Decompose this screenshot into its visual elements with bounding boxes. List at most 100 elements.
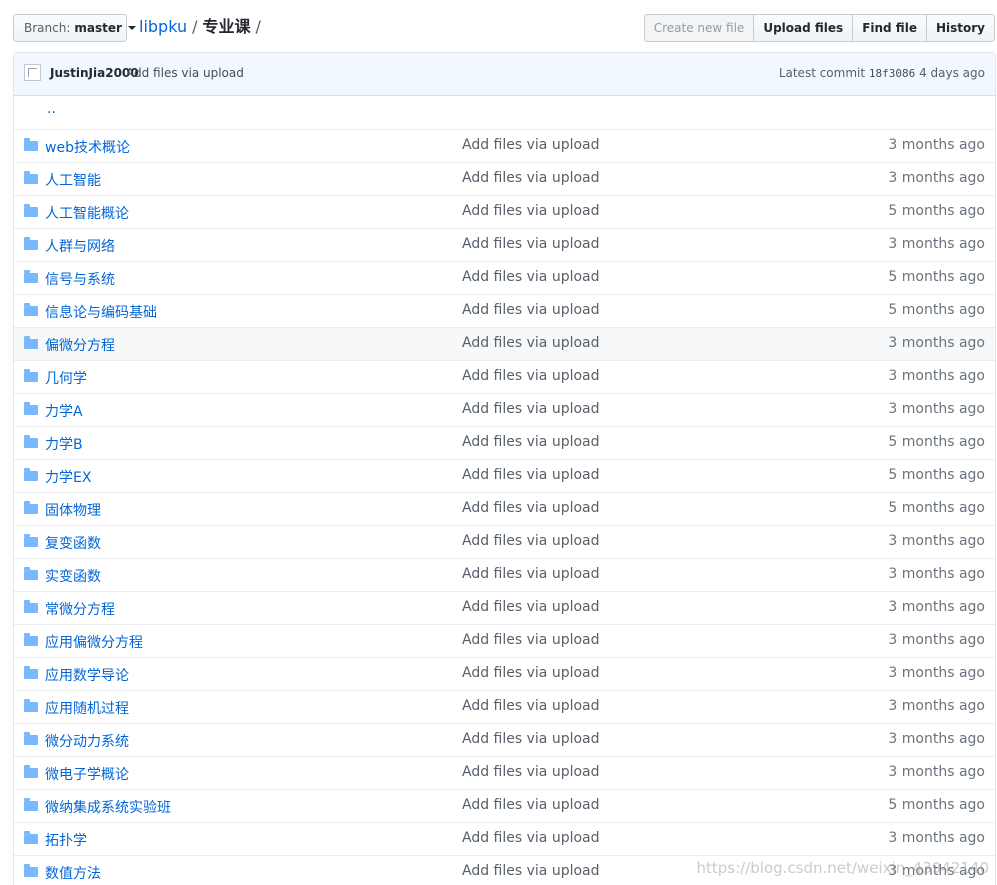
folder-name-link[interactable]: 力学B: [45, 434, 83, 454]
table-row[interactable]: 常微分方程 Add files via upload 3 months ago: [14, 591, 995, 624]
table-row[interactable]: 信息论与编码基础 Add files via upload 5 months ago: [14, 294, 995, 327]
row-commit-message[interactable]: Add files via upload: [462, 665, 600, 681]
commit-message[interactable]: Add files via upload: [126, 66, 244, 80]
table-row[interactable]: 微电子学概论 Add files via upload 3 months ago: [14, 756, 995, 789]
row-commit-message[interactable]: Add files via upload: [462, 302, 600, 318]
row-commit-message[interactable]: Add files via upload: [462, 632, 600, 648]
folder-name-link[interactable]: 常微分方程: [45, 599, 115, 619]
row-age: 3 months ago: [888, 599, 985, 615]
parent-directory-row[interactable]: ..: [14, 96, 995, 129]
table-row[interactable]: 复变函数 Add files via upload 3 months ago: [14, 525, 995, 558]
row-commit-message[interactable]: Add files via upload: [462, 335, 600, 351]
row-commit-message[interactable]: Add files via upload: [462, 599, 600, 615]
folder-name-link[interactable]: 人群与网络: [45, 236, 115, 256]
row-commit-message[interactable]: Add files via upload: [462, 863, 600, 879]
folder-icon: [24, 468, 38, 481]
folder-name-link[interactable]: 复变函数: [45, 533, 101, 553]
table-row[interactable]: 信号与系统 Add files via upload 5 months ago: [14, 261, 995, 294]
table-row[interactable]: 偏微分方程 Add files via upload 3 months ago: [14, 327, 995, 360]
folder-icon: [24, 402, 38, 415]
table-row[interactable]: 人工智能 Add files via upload 3 months ago: [14, 162, 995, 195]
row-commit-message[interactable]: Add files via upload: [462, 731, 600, 747]
commit-sha[interactable]: 18f3086: [869, 67, 915, 80]
table-row[interactable]: web技术概论 Add files via upload 3 months ago: [14, 129, 995, 162]
upload-files-button[interactable]: Upload files: [753, 14, 854, 42]
folder-name-link[interactable]: 应用偏微分方程: [45, 632, 143, 652]
folder-name-link[interactable]: 拓扑学: [45, 830, 87, 850]
row-commit-message[interactable]: Add files via upload: [462, 500, 600, 516]
find-file-button[interactable]: Find file: [852, 14, 927, 42]
folder-name-link[interactable]: 信号与系统: [45, 269, 115, 289]
avatar[interactable]: [24, 64, 41, 81]
folder-name-link[interactable]: 人工智能概论: [45, 203, 129, 223]
row-age: 3 months ago: [888, 533, 985, 549]
row-commit-message[interactable]: Add files via upload: [462, 269, 600, 285]
watermark: https://blog.csdn.net/weixin_43942140: [696, 859, 989, 877]
table-row[interactable]: 人群与网络 Add files via upload 3 months ago: [14, 228, 995, 261]
row-age: 5 months ago: [888, 269, 985, 285]
breadcrumb-separator: /: [255, 17, 261, 36]
row-commit-message[interactable]: Add files via upload: [462, 764, 600, 780]
row-age: 3 months ago: [888, 137, 985, 153]
row-commit-message[interactable]: Add files via upload: [462, 137, 600, 153]
folder-name-link[interactable]: 人工智能: [45, 170, 101, 190]
folder-name-link[interactable]: 应用数学导论: [45, 665, 129, 685]
row-commit-message[interactable]: Add files via upload: [462, 203, 600, 219]
folder-name-link[interactable]: 几何学: [45, 368, 87, 388]
row-commit-message[interactable]: Add files via upload: [462, 434, 600, 450]
create-new-file-button[interactable]: Create new file: [643, 14, 755, 42]
row-age: 3 months ago: [888, 764, 985, 780]
table-row[interactable]: 力学A Add files via upload 3 months ago: [14, 393, 995, 426]
parent-directory-link[interactable]: ..: [47, 101, 56, 117]
table-row[interactable]: 固体物理 Add files via upload 5 months ago: [14, 492, 995, 525]
folder-icon: [24, 138, 38, 151]
row-commit-message[interactable]: Add files via upload: [462, 533, 600, 549]
folder-name-link[interactable]: web技术概论: [45, 137, 130, 157]
folder-name-link[interactable]: 数值方法: [45, 863, 101, 883]
table-row[interactable]: 微分动力系统 Add files via upload 3 months ago: [14, 723, 995, 756]
folder-name-link[interactable]: 微电子学概论: [45, 764, 129, 784]
file-navigation: Branch: master libpku / 专业课 / Create new fi…: [0, 0, 997, 52]
row-commit-message[interactable]: Add files via upload: [462, 236, 600, 252]
dropdown-caret-icon: [127, 26, 136, 30]
row-commit-message[interactable]: Add files via upload: [462, 797, 600, 813]
latest-commit-info: Latest commit 18f3086 4 days ago: [779, 66, 985, 80]
row-commit-message[interactable]: Add files via upload: [462, 368, 600, 384]
folder-name-link[interactable]: 偏微分方程: [45, 335, 115, 355]
folder-name-link[interactable]: 固体物理: [45, 500, 101, 520]
table-row[interactable]: 拓扑学 Add files via upload 3 months ago: [14, 822, 995, 855]
branch-select-button[interactable]: Branch: master: [13, 14, 136, 42]
row-commit-message[interactable]: Add files via upload: [462, 830, 600, 846]
folder-name-link[interactable]: 应用随机过程: [45, 698, 129, 718]
row-age: 5 months ago: [888, 797, 985, 813]
table-row[interactable]: 力学EX Add files via upload 5 months ago: [14, 459, 995, 492]
folder-name-link[interactable]: 力学A: [45, 401, 83, 421]
table-row[interactable]: 微纳集成系统实验班 Add files via upload 5 months ag…: [14, 789, 995, 822]
folder-name-link[interactable]: 力学EX: [45, 467, 91, 487]
repo-file-browser: Branch: master libpku / 专业课 / Create new fi…: [0, 0, 997, 885]
table-row[interactable]: 力学B Add files via upload 5 months ago: [14, 426, 995, 459]
table-row[interactable]: 应用随机过程 Add files via upload 3 months ago: [14, 690, 995, 723]
folder-icon: [24, 270, 38, 283]
history-button[interactable]: History: [925, 14, 995, 42]
table-row[interactable]: 人工智能概论 Add files via upload 5 months ago: [14, 195, 995, 228]
row-commit-message[interactable]: Add files via upload: [462, 170, 600, 186]
row-age: 3 months ago: [888, 698, 985, 714]
folder-icon: [24, 699, 38, 712]
folder-name-link[interactable]: 微分动力系统: [45, 731, 129, 751]
folder-name-link[interactable]: 实变函数: [45, 566, 101, 586]
row-commit-message[interactable]: Add files via upload: [462, 467, 600, 483]
row-age: 3 months ago: [888, 236, 985, 252]
row-commit-message[interactable]: Add files via upload: [462, 698, 600, 714]
row-commit-message[interactable]: Add files via upload: [462, 566, 600, 582]
branch-name: master: [74, 21, 122, 35]
folder-name-link[interactable]: 信息论与编码基础: [45, 302, 157, 322]
table-row[interactable]: 实变函数 Add files via upload 3 months ago: [14, 558, 995, 591]
breadcrumb-repo-link[interactable]: libpku: [139, 17, 187, 36]
row-commit-message[interactable]: Add files via upload: [462, 401, 600, 417]
row-age: 3 months ago: [888, 401, 985, 417]
table-row[interactable]: 应用数学导论 Add files via upload 3 months ago: [14, 657, 995, 690]
table-row[interactable]: 应用偏微分方程 Add files via upload 3 months ago: [14, 624, 995, 657]
table-row[interactable]: 几何学 Add files via upload 3 months ago: [14, 360, 995, 393]
folder-name-link[interactable]: 微纳集成系统实验班: [45, 797, 171, 817]
